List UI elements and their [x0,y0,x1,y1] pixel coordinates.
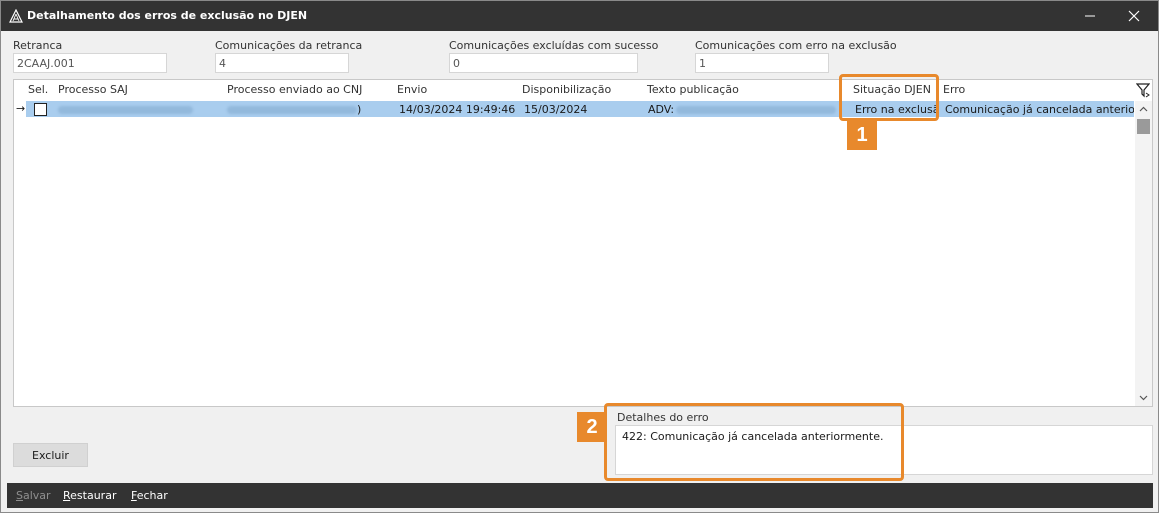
row-select-checkbox[interactable] [34,103,47,116]
scroll-up-button[interactable] [1135,101,1152,117]
erro-exclusao-label: Comunicações com erro na exclusão [695,39,897,52]
column-header-processo-cnj[interactable]: Processo enviado ao CNJ [227,83,362,96]
salvar-mnemonic: S [16,489,23,502]
current-row-arrow-icon: → [16,102,26,115]
dialog-window: Detalhamento dos erros de exclusão no DJ… [0,0,1159,513]
column-header-sel[interactable]: Sel. [28,83,48,96]
excluir-button[interactable]: Excluir [13,443,88,467]
callout-highlight-situacao [839,74,939,121]
excluidas-sucesso-field[interactable]: 0 [449,53,638,73]
erro-exclusao-field[interactable]: 1 [695,53,829,73]
column-header-envio[interactable]: Envio [397,83,427,96]
cell-envio: 14/03/2024 19:49:46 [399,103,516,116]
chevron-down-icon [1139,395,1148,401]
cell-disponibilizacao: 15/03/2024 [524,103,588,116]
fechar-label: echar [136,489,168,502]
restaurar-label: estaurar [70,489,117,502]
app-logo-icon [9,9,23,23]
fechar-button[interactable]: Fechar [131,489,168,502]
column-header-processo-saj[interactable]: Processo SAJ [58,83,128,96]
communications-grid: Sel. Processo SAJ Processo enviado ao CN… [13,79,1153,407]
excluidas-sucesso-label: Comunicações excluídas com sucesso [449,39,659,52]
grid-header: Sel. Processo SAJ Processo enviado ao CN… [14,80,1152,100]
retranca-field[interactable]: 2CAAJ.001 [13,53,167,73]
callout-badge-1: 1 [847,120,877,150]
retranca-label: Retranca [13,39,63,52]
chevron-up-icon [1139,106,1148,112]
restaurar-button[interactable]: Restaurar [63,489,116,502]
cell-processo-cnj-suffix: ) [357,103,362,116]
table-row[interactable]: → ) 14/03/2024 19:49:46 15/03/2024 ADV: … [14,101,1134,117]
cell-erro: Comunicação já cancelada anteriormente. [945,103,1134,116]
salvar-label: alvar [22,489,51,502]
scroll-thumb[interactable] [1137,119,1150,134]
title-bar: Detalhamento dos erros de exclusão no DJ… [1,1,1158,31]
callout-highlight-details [604,403,904,481]
comunicacoes-retranca-label: Comunicações da retranca [215,39,363,52]
minimize-button[interactable] [1068,1,1112,31]
close-button[interactable] [1112,1,1156,31]
window-title: Detalhamento dos erros de exclusão no DJ… [27,9,308,22]
redacted-processo-saj [58,106,193,114]
column-header-erro[interactable]: Erro [943,83,965,96]
redacted-processo-cnj [227,106,357,114]
action-bar: Salvar Restaurar Fechar [7,483,1153,508]
column-header-disponibilizacao[interactable]: Disponibilização [522,83,611,96]
salvar-button[interactable]: Salvar [16,489,51,502]
comunicacoes-retranca-field[interactable]: 4 [215,53,349,73]
callout-badge-2: 2 [577,412,607,442]
grid-vertical-scrollbar[interactable] [1135,101,1152,406]
cell-texto-publicacao: ADV: [648,103,675,116]
minimize-icon [1085,15,1095,17]
column-filter-icon[interactable] [1136,82,1150,98]
scroll-down-button[interactable] [1135,390,1152,406]
column-header-texto-publicacao[interactable]: Texto publicação [647,83,739,96]
redacted-texto-publicacao [676,106,836,114]
close-icon [1128,10,1140,22]
